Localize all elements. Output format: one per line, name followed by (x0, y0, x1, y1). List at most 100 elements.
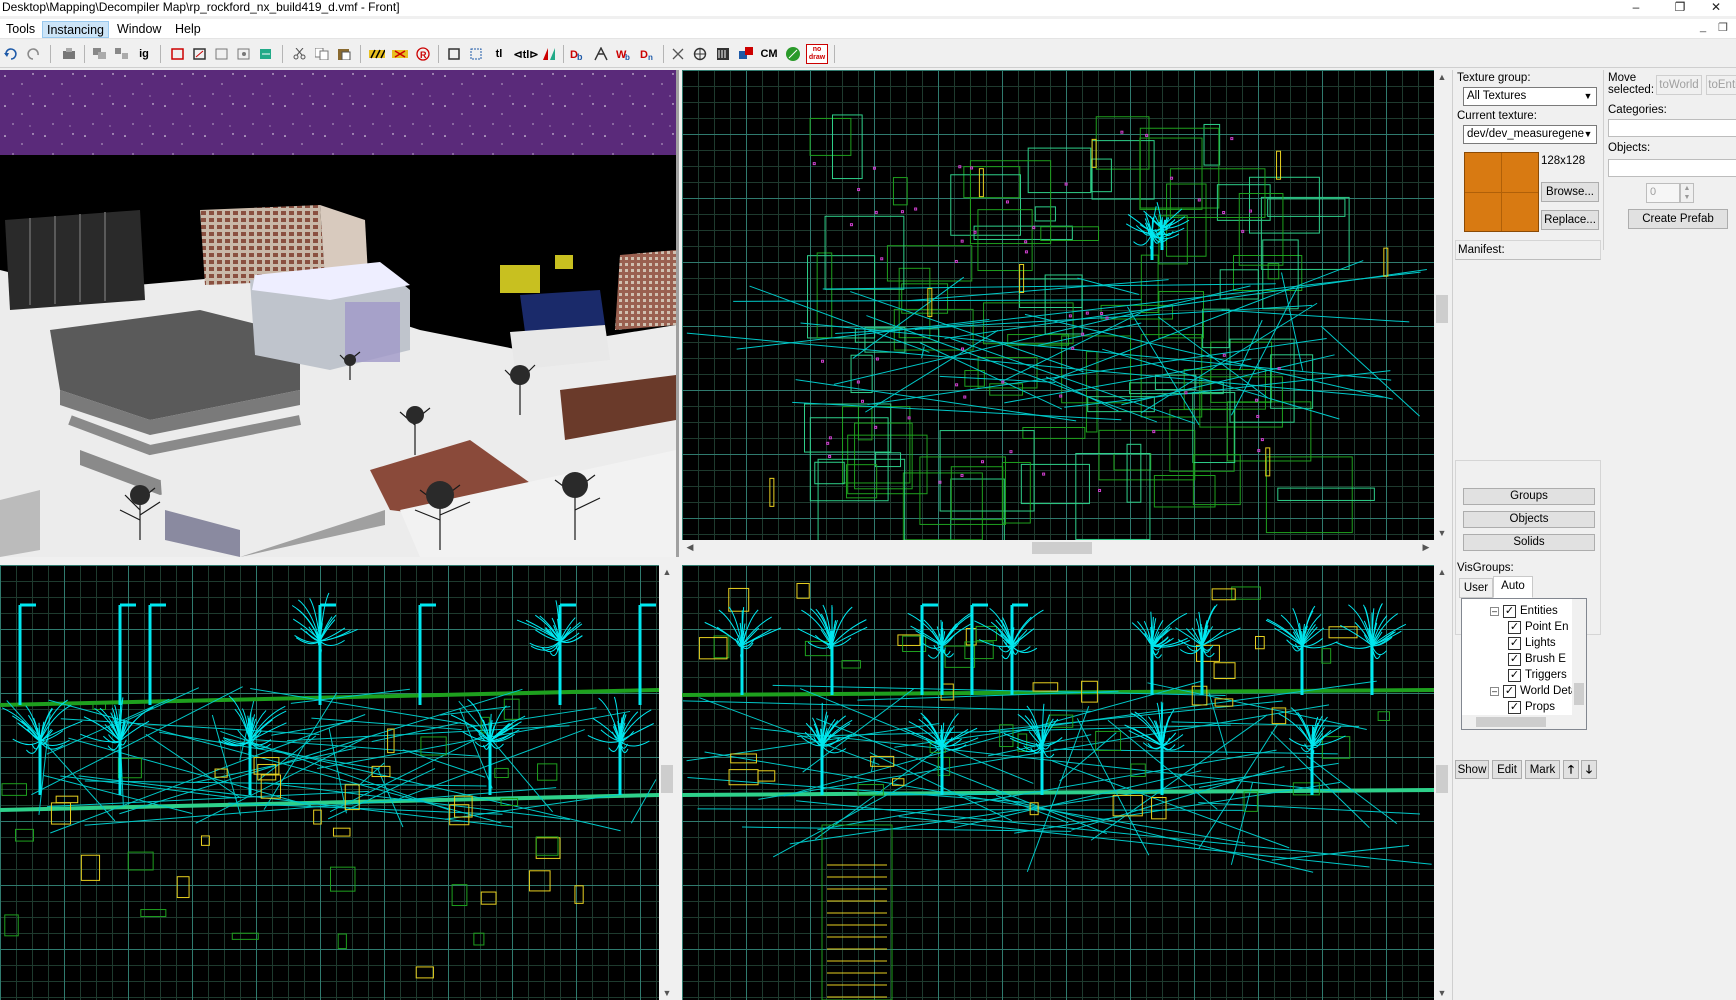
snap-icon[interactable]: Db (568, 44, 588, 64)
visgroup-show-button[interactable]: Show (1455, 760, 1489, 779)
replace-button[interactable]: Replace... (1541, 210, 1599, 230)
cm-icon[interactable]: CM (758, 44, 780, 64)
visgroup-tree-item[interactable]: – ✓ Entities (1490, 603, 1558, 619)
collapse-icon[interactable]: – (1490, 606, 1499, 616)
create-prefab-button[interactable]: Create Prefab (1628, 209, 1728, 229)
ignore-group-icon[interactable]: ig (134, 44, 154, 64)
visgroup-mark-button[interactable]: Mark (1525, 760, 1560, 779)
visgroups-hscrollbar[interactable] (1462, 715, 1586, 729)
undo-icon[interactable] (1, 44, 21, 64)
svg-text:D: D (640, 49, 648, 61)
restore-window-button[interactable]: ❐ (1660, 0, 1700, 14)
window-title: Desktop\Mapping\Decompiler Map\rp_rockfo… (2, 0, 400, 14)
visgroup-tree-item[interactable]: ✓ Lights (1508, 635, 1556, 651)
texture-group-select[interactable]: All Textures ▼ (1463, 87, 1597, 106)
categories-label: Categories: (1608, 104, 1667, 116)
menu-instancing[interactable]: Instancing (42, 21, 109, 38)
collapse-icon[interactable]: – (1490, 686, 1499, 696)
top-2d-view[interactable] (682, 70, 1434, 540)
texture-preview[interactable] (1464, 152, 1539, 232)
map-icon[interactable] (668, 44, 688, 64)
top-view-hscrollbar[interactable]: ◀ ▶ (682, 540, 1434, 556)
visgroup-checkbox[interactable]: ✓ (1508, 652, 1521, 666)
current-texture-select[interactable]: dev/dev_measuregene ▼ (1463, 125, 1597, 144)
visgroup-tree-item[interactable]: ✓ Brush E (1508, 651, 1566, 667)
mdi-minimize-button[interactable]: _ (1700, 21, 1706, 33)
visgroup-checkbox[interactable]: ✓ (1503, 684, 1516, 698)
menu-bar: Tools Instancing Window Help _ ❐ (0, 19, 1736, 39)
carve-icon[interactable] (59, 44, 79, 64)
visgroup-tree-item[interactable]: – ✓ World Deta (1490, 683, 1577, 699)
draw-icon[interactable]: Dn (638, 44, 658, 64)
vis3-icon[interactable] (256, 44, 276, 64)
visgroup-down-icon[interactable]: 🡓 (1581, 760, 1597, 779)
side-view-vscrollbar[interactable]: ▲ ▼ (659, 565, 675, 1000)
select-groups-button[interactable]: Groups (1463, 488, 1595, 505)
vrad-icon[interactable] (736, 44, 756, 64)
objects-select[interactable] (1608, 159, 1736, 177)
flip-icon[interactable] (539, 44, 559, 64)
categories-select[interactable] (1608, 119, 1736, 137)
to-world-button[interactable]: toWorld (1656, 75, 1702, 95)
menu-help[interactable]: Help (171, 21, 205, 38)
tab-user[interactable]: User (1459, 578, 1493, 598)
helpers-icon[interactable] (690, 44, 710, 64)
group-icon[interactable] (90, 44, 110, 64)
visgroup-tree-item[interactable]: ✓ Props (1508, 699, 1555, 715)
displacement-icon[interactable]: Wb (614, 44, 634, 64)
paste-icon[interactable] (334, 44, 354, 64)
vis-icon[interactable] (212, 44, 232, 64)
visgroup-tree-item[interactable]: ✓ Triggers (1508, 667, 1567, 683)
title-bar: Desktop\Mapping\Decompiler Map\rp_rockfo… (0, 0, 1736, 16)
manifest-group: Manifest: (1455, 240, 1601, 260)
visgroup-checkbox[interactable]: ✓ (1503, 604, 1516, 618)
leaf-icon[interactable] (783, 44, 803, 64)
menu-window[interactable]: Window (113, 21, 165, 38)
tab-auto[interactable]: Auto (1493, 576, 1533, 598)
prefab-count-input[interactable]: 0 (1646, 183, 1680, 203)
front-2d-view[interactable] (682, 565, 1434, 1000)
select-solids-button[interactable]: Solids (1463, 534, 1595, 551)
visgroup-up-icon[interactable]: 🡑 (1563, 760, 1579, 779)
show-icon[interactable] (190, 44, 210, 64)
texture-scale-lock-icon[interactable] (390, 44, 410, 64)
close-window-button[interactable]: ✕ (1696, 0, 1736, 14)
mdi-restore-button[interactable]: ❐ (1718, 21, 1728, 34)
visgroup-checkbox[interactable]: ✓ (1508, 700, 1521, 714)
texture-group-value: All Textures (1467, 90, 1527, 102)
menu-tools[interactable]: Tools (2, 21, 39, 38)
ungroup-icon[interactable] (112, 44, 132, 64)
current-texture-value: dev/dev_measuregene (1467, 128, 1584, 140)
select-objects-button[interactable]: Objects (1463, 511, 1595, 528)
vis2-icon[interactable] (234, 44, 254, 64)
nodraw-icon[interactable]: no draw (806, 44, 828, 64)
visgroup-checkbox[interactable]: ✓ (1508, 636, 1521, 650)
visgroup-label: Props (1525, 701, 1556, 713)
top-view-vscrollbar[interactable]: ▲ ▼ (1434, 70, 1450, 540)
browse-button[interactable]: Browse... (1541, 182, 1599, 202)
texture-lock-icon[interactable] (367, 44, 387, 64)
visgroup-tree-item[interactable]: ✓ Point En (1508, 619, 1568, 635)
side-2d-view[interactable] (0, 565, 659, 1000)
tlt-icon[interactable]: ⊲tl⊳ (513, 44, 538, 64)
bounding-box-icon[interactable] (444, 44, 464, 64)
visgroup-checkbox[interactable]: ✓ (1508, 668, 1521, 682)
visgroup-edit-button[interactable]: Edit (1492, 760, 1522, 779)
selection-box-icon[interactable] (466, 44, 486, 64)
to-entity-button[interactable]: toEnti (1706, 75, 1736, 95)
visgroups-vscrollbar[interactable] (1572, 599, 1586, 715)
redo-icon[interactable] (23, 44, 43, 64)
prefab-count-spinner[interactable]: ▲ ▼ (1680, 183, 1694, 203)
copy-icon[interactable] (312, 44, 332, 64)
prefab-panel: Move selected: toWorld toEnti Categories… (1603, 70, 1736, 250)
hide-icon[interactable] (168, 44, 188, 64)
cut-icon[interactable] (290, 44, 310, 64)
r-icon[interactable]: R (413, 44, 433, 64)
front-view-vscrollbar[interactable]: ▲ ▼ (1434, 565, 1450, 1000)
tex-icon[interactable] (713, 44, 733, 64)
minimize-window-button[interactable]: – (1616, 0, 1656, 14)
tl-icon[interactable]: tl (489, 44, 509, 64)
models-icon[interactable] (591, 44, 611, 64)
visgroup-checkbox[interactable]: ✓ (1508, 620, 1521, 634)
3d-camera-view[interactable] (0, 70, 676, 557)
